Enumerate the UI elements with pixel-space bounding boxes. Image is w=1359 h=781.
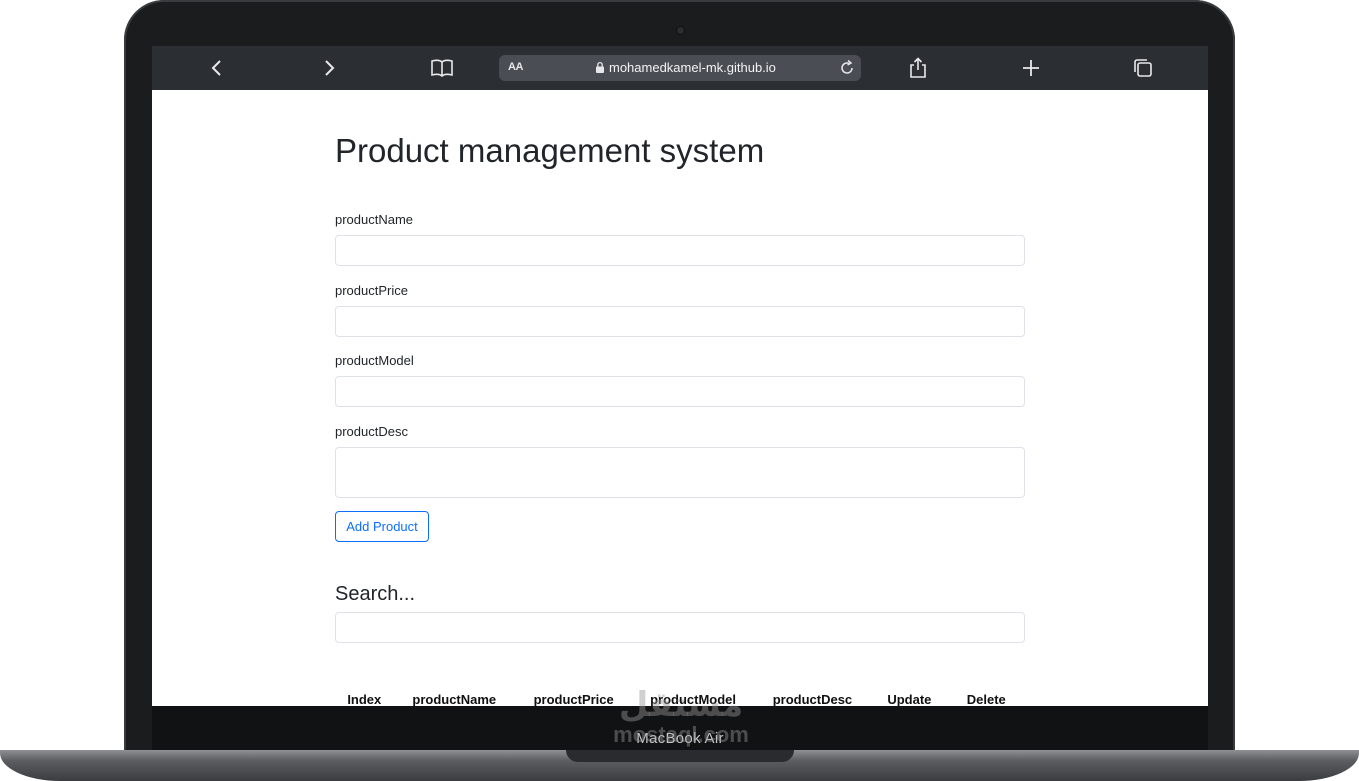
column-header-delete: Delete xyxy=(966,692,1006,706)
column-header-product-desc: productDesc xyxy=(772,692,853,706)
browser-toolbar: AA mohamedkamel-mk.github.io xyxy=(152,46,1208,90)
share-button[interactable] xyxy=(904,54,932,82)
tabs-overview-button[interactable] xyxy=(1129,54,1157,82)
product-desc-label: productDesc xyxy=(335,424,408,439)
column-header-product-name: productName xyxy=(412,692,497,706)
share-icon xyxy=(910,57,926,78)
bookmarks-button[interactable] xyxy=(428,54,456,82)
product-model-input[interactable] xyxy=(335,376,1025,407)
product-name-input[interactable] xyxy=(335,235,1025,266)
reader-aa-button[interactable]: AA xyxy=(508,61,523,73)
add-product-button[interactable]: Add Product xyxy=(335,511,429,542)
book-icon xyxy=(431,59,453,78)
model-label: MacBook Air xyxy=(636,730,724,747)
column-header-update: Update xyxy=(887,692,932,706)
product-name-label: productName xyxy=(335,212,414,227)
chevron-right-icon xyxy=(325,60,335,76)
new-tab-button[interactable] xyxy=(1017,54,1045,82)
laptop-notch xyxy=(566,750,794,762)
forward-button[interactable] xyxy=(315,54,343,82)
lock-icon xyxy=(596,61,604,73)
plus-icon xyxy=(1023,60,1039,76)
products-table: Index productName productPrice productMo… xyxy=(335,692,1025,706)
table-header-row: Index productName productPrice productMo… xyxy=(335,692,1025,706)
column-header-product-model: productModel xyxy=(650,692,737,706)
back-button[interactable] xyxy=(203,54,231,82)
address-bar[interactable]: AA mohamedkamel-mk.github.io xyxy=(499,55,861,81)
camera xyxy=(677,27,684,34)
column-header-index: Index xyxy=(347,692,382,706)
tabs-icon xyxy=(1134,59,1152,77)
url-text: mohamedkamel-mk.github.io xyxy=(609,60,776,75)
browser-screen: AA mohamedkamel-mk.github.io Product man… xyxy=(152,46,1208,706)
chevron-left-icon xyxy=(211,60,221,76)
column-header-product-price: productPrice xyxy=(533,692,614,706)
search-heading: Search... xyxy=(335,583,416,605)
page-title: Product management system xyxy=(335,132,765,169)
reload-icon[interactable] xyxy=(837,58,857,78)
product-price-label: productPrice xyxy=(335,283,408,298)
product-desc-textarea[interactable] xyxy=(335,447,1025,498)
search-input[interactable] xyxy=(335,612,1025,643)
product-model-label: productModel xyxy=(335,353,414,368)
product-price-input[interactable] xyxy=(335,306,1025,337)
